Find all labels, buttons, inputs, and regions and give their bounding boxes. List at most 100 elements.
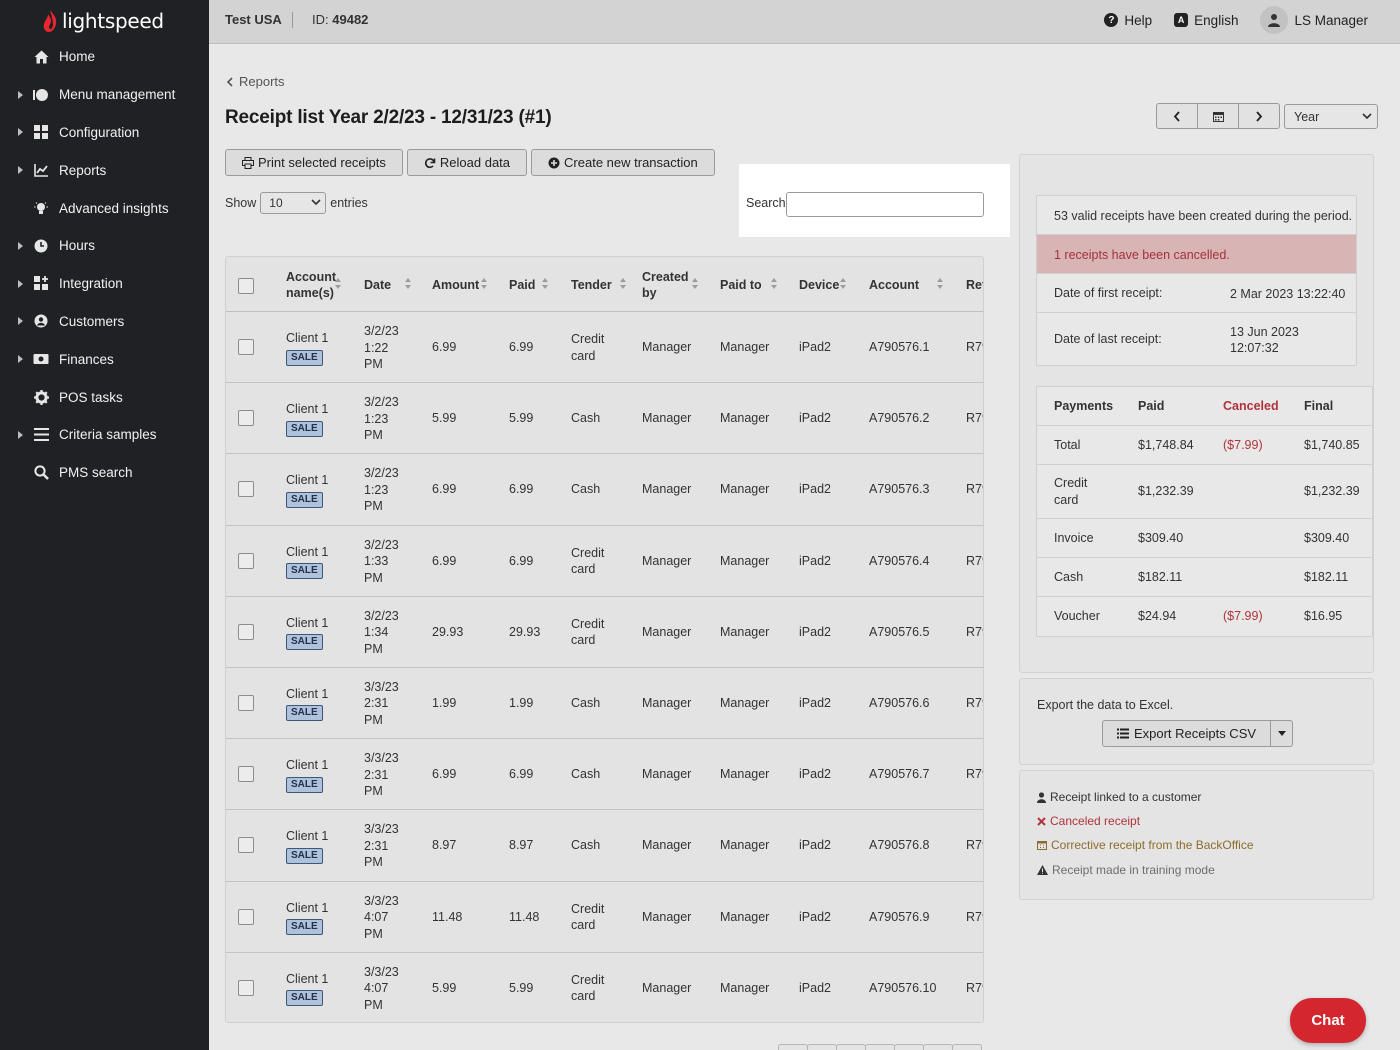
sidebar-item-configuration[interactable]: Configuration — [0, 114, 209, 152]
page-button[interactable] — [894, 1044, 924, 1050]
row-checkbox[interactable] — [238, 837, 254, 854]
lightspeed-logo[interactable]: lightspeed — [42, 7, 164, 35]
page-button[interactable] — [836, 1044, 866, 1050]
sort-icon[interactable] — [840, 278, 846, 290]
paid-to-cell: Manager — [720, 838, 770, 853]
sidebar-item-finances[interactable]: Finances — [0, 340, 209, 378]
row-checkbox[interactable] — [238, 552, 254, 569]
chat-button[interactable]: Chat — [1290, 998, 1366, 1043]
sort-icon[interactable] — [481, 278, 487, 290]
table-row[interactable]: Client 1 SALE 3/3/23 2:31 PM 8.97 8.97 Cash Mana… — [226, 810, 983, 882]
column-header-created-by[interactable]: Created by — [642, 269, 692, 301]
row-checkbox[interactable] — [238, 623, 254, 640]
table-row[interactable]: Client 1 SALE 3/3/23 4:07 PM 11.48 11.48 Credit… — [226, 882, 983, 953]
breadcrumb-reports[interactable]: Reports — [226, 74, 285, 89]
cancelled-receipts-alert: 1 receipts have been cancelled. — [1037, 235, 1356, 274]
page-button[interactable] — [778, 1044, 808, 1050]
tender-line: Cash — [571, 767, 601, 782]
payment-paid: $182.11 — [1138, 570, 1183, 584]
caret-right-icon[interactable] — [18, 128, 23, 137]
sort-icon[interactable] — [335, 278, 341, 290]
search-input[interactable] — [786, 192, 984, 217]
column-header-device[interactable]: Device — [799, 277, 879, 293]
table-row[interactable]: Client 1 SALE 3/2/23 1:23 PM 6.99 6.99 Cash Mana… — [226, 454, 983, 526]
sidebar-item-advanced-insights[interactable]: Advanced insights — [0, 189, 209, 227]
account-name: Client 1 — [286, 402, 329, 417]
payment-final: $1,740.85 — [1304, 438, 1360, 452]
page-button[interactable] — [865, 1044, 895, 1050]
sort-icon[interactable] — [771, 278, 777, 290]
caret-right-icon[interactable] — [18, 430, 23, 439]
column-header-amount[interactable]: Amount — [432, 277, 512, 293]
language-selector[interactable]: A English — [1174, 13, 1238, 28]
column-header-tender[interactable]: Tender — [571, 277, 651, 293]
row-checkbox[interactable] — [238, 410, 254, 427]
sidebar-item-pms-search[interactable]: PMS search — [0, 454, 209, 492]
sidebar-item-pos-tasks[interactable]: POS tasks — [0, 378, 209, 416]
row-checkbox[interactable] — [238, 979, 254, 996]
print-selected-receipts-button[interactable]: Print selected receipts — [225, 149, 403, 176]
row-checkbox[interactable] — [238, 481, 254, 498]
payment-row-cash: Cash $182.11 $182.11 — [1037, 558, 1372, 597]
caret-right-icon[interactable] — [18, 279, 23, 288]
legend-corrective-label: Corrective receipt from the BackOffice — [1051, 838, 1254, 852]
sort-icon[interactable] — [937, 278, 943, 290]
page-button[interactable] — [952, 1044, 982, 1050]
caret-right-icon[interactable] — [18, 317, 23, 326]
row-checkbox[interactable] — [238, 908, 254, 925]
sidebar-item-label: Hours — [59, 238, 96, 254]
table-row[interactable]: Client 1 SALE 3/2/23 1:22 PM 6.99 6.99 Credit ca… — [226, 312, 983, 384]
next-period-button[interactable] — [1238, 103, 1280, 129]
sort-icon[interactable] — [692, 278, 698, 290]
user-circle-icon — [33, 313, 49, 329]
sidebar-item-integration[interactable]: Integration — [0, 265, 209, 303]
reload-data-button[interactable]: Reload data — [406, 149, 528, 176]
entries-select[interactable]: 10 — [260, 192, 327, 214]
help-link[interactable]: ? Help — [1104, 13, 1152, 28]
sort-icon[interactable] — [542, 278, 548, 290]
payment-paid: $309.40 — [1138, 531, 1184, 545]
sort-icon[interactable] — [405, 278, 411, 290]
row-checkbox[interactable] — [238, 694, 254, 711]
row-checkbox[interactable] — [238, 339, 254, 355]
amount-cell: 5.99 — [432, 411, 457, 426]
receipts-table: Account name(s) Date Amount Paid Tender Creat… — [225, 256, 984, 1023]
caret-right-icon[interactable] — [18, 166, 23, 175]
page-button[interactable] — [807, 1044, 837, 1050]
sidebar-item-label: Home — [59, 49, 96, 65]
caret-right-icon[interactable] — [18, 355, 23, 364]
column-header-account-name-s[interactable]: Account name(s) — [286, 269, 341, 301]
column-header-paid-to[interactable]: Paid to — [720, 277, 800, 293]
sort-icon[interactable] — [620, 278, 626, 290]
table-row[interactable]: Client 1 SALE 3/2/23 1:23 PM 5.99 5.99 Cash Mana… — [226, 383, 983, 455]
table-row[interactable]: Client 1 SALE 3/2/23 1:33 PM 6.99 6.99 Credit ca… — [226, 526, 983, 597]
amount-cell: 6.99 — [432, 767, 457, 782]
table-row[interactable]: Client 1 SALE 3/3/23 4:07 PM 5.99 5.99 Credit ca… — [226, 953, 983, 1022]
sidebar-item-reports[interactable]: Reports — [0, 151, 209, 189]
sidebar-item-customers[interactable]: Customers — [0, 303, 209, 341]
tender-cell: Cash — [571, 766, 600, 783]
user-menu[interactable]: LS Manager — [1260, 6, 1368, 34]
calendar-button[interactable] — [1197, 103, 1239, 129]
column-header-ref[interactable]: Ref — [966, 277, 983, 293]
select-all-checkbox[interactable] — [238, 278, 254, 294]
row-checkbox[interactable] — [238, 766, 254, 783]
sidebar-item-home[interactable]: Home — [0, 38, 209, 76]
caret-right-icon[interactable] — [18, 241, 23, 250]
page-button[interactable] — [923, 1044, 953, 1050]
payment-row-credit-card: Credit card $1,232.39 $1,232.39 — [1037, 465, 1372, 519]
sidebar-item-criteria-samples[interactable]: Criteria samples — [0, 416, 209, 454]
export-receipts-csv-button[interactable]: Export Receipts CSV — [1102, 720, 1271, 747]
table-row[interactable]: Client 1 SALE 3/3/23 2:31 PM 1.99 1.99 Cash Mana… — [226, 668, 983, 740]
payment-method: Total — [1054, 437, 1080, 454]
period-select[interactable]: Year — [1284, 104, 1378, 129]
create-new-transaction-button[interactable]: Create new transaction — [531, 149, 715, 176]
table-row[interactable]: Client 1 SALE 3/3/23 2:31 PM 6.99 6.99 Cash Mana… — [226, 739, 983, 811]
paid-to-cell: Manager — [720, 340, 770, 354]
caret-right-icon[interactable] — [18, 90, 23, 99]
sidebar-item-menu-management[interactable]: Menu management — [0, 76, 209, 114]
previous-period-button[interactable] — [1156, 103, 1198, 129]
export-dropdown-toggle[interactable] — [1270, 720, 1293, 747]
table-row[interactable]: Client 1 SALE 3/2/23 1:34 PM 29.93 29.93 Credit… — [226, 597, 983, 668]
sidebar-item-hours[interactable]: Hours — [0, 227, 209, 265]
